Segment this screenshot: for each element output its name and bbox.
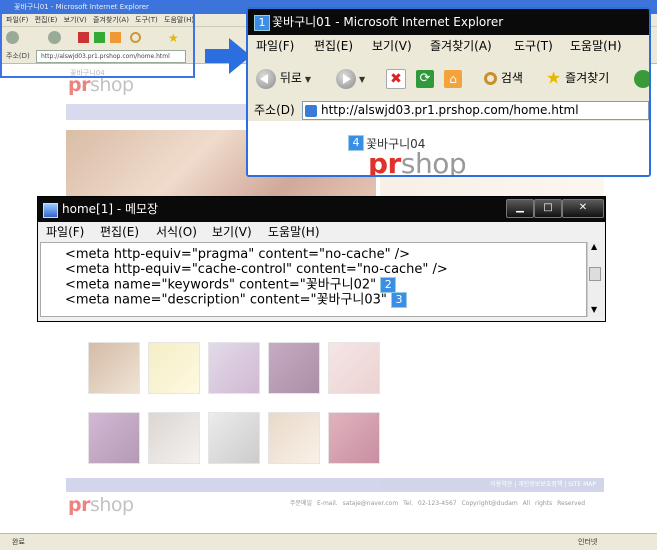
back-button[interactable]: 뒤로 ▼	[256, 66, 311, 90]
marker-1: 1	[254, 15, 270, 31]
menu-favorites[interactable]: 즐겨찾기(A)	[430, 35, 492, 57]
code-line: <meta http-equiv="cache-control" content…	[65, 262, 448, 277]
ie-title-bar: 1 꽃바구니01 - Microsoft Internet Explorer	[248, 9, 649, 35]
logo-pr: pr	[368, 147, 401, 177]
menu-edit[interactable]: 편집(E)	[314, 35, 353, 57]
bg-footer-links[interactable]: 이용약관 | 개인정보보호정책 | SITE MAP	[66, 478, 604, 492]
ie-title-text: 꽃바구니01 - Microsoft Internet Explorer	[272, 15, 504, 29]
forward-arrow-icon	[336, 68, 356, 89]
site-logo[interactable]: prshop	[368, 147, 467, 177]
product-thumbnail[interactable]	[268, 412, 320, 464]
ie-menu-bar: 파일(F) 편집(E) 보기(V) 즐겨찾기(A) 도구(T) 도움말(H)	[248, 35, 649, 58]
forward-button[interactable]: ▼	[336, 66, 365, 90]
notepad-title-bar: home[1] - 메모장 ▁ □ ✕	[38, 197, 605, 222]
ie-window-zoomed: 1 꽃바구니01 - Microsoft Internet Explorer 파…	[246, 7, 651, 177]
page-icon	[305, 104, 317, 117]
product-thumbnail[interactable]	[148, 412, 200, 464]
bg-footer-logo-shop: shop	[89, 494, 134, 516]
marker-2: 2	[380, 277, 397, 293]
stop-button[interactable]: ✖	[386, 66, 406, 90]
product-thumbnail[interactable]	[208, 412, 260, 464]
menu-file[interactable]: 파일(F)	[256, 35, 294, 57]
notepad-window: home[1] - 메모장 ▁ □ ✕ 파일(F) 편집(E) 서식(O) 보기…	[37, 196, 606, 322]
minimize-button[interactable]: ▁	[506, 199, 534, 218]
np-menu-help[interactable]: 도움말(H)	[268, 222, 320, 242]
favorites-button[interactable]: ★ 즐겨찾기	[546, 66, 609, 90]
marker-4: 4	[348, 135, 364, 151]
close-button[interactable]: ✕	[562, 199, 604, 218]
code-line: <meta name="description" content="꽃바구니03…	[65, 292, 408, 308]
bg-status-right: 인터넷	[578, 538, 598, 546]
bg-footer-logo: prshop	[68, 494, 134, 516]
bg-status-bar: 완료 인터넷	[0, 533, 657, 550]
code-line-description: <meta name="description" content="꽃바구니03…	[65, 292, 387, 308]
product-thumbnail[interactable]	[208, 342, 260, 394]
notepad-text-area[interactable]: <meta http-equiv="pragma" content="no-ca…	[40, 242, 587, 317]
bg-status-left: 완료	[12, 538, 25, 546]
menu-tools[interactable]: 도구(T)	[514, 35, 553, 57]
product-thumbnail[interactable]	[88, 412, 140, 464]
code-line: <meta name="keywords" content="꽃바구니02" 2	[65, 277, 397, 293]
bg-footer-logo-pr: pr	[68, 494, 90, 516]
home-button[interactable]: ⌂	[444, 66, 462, 90]
np-menu-file[interactable]: 파일(F)	[46, 222, 84, 242]
notepad-menu-bar: 파일(F) 편집(E) 서식(O) 보기(V) 도움말(H)	[38, 222, 605, 242]
scroll-up-icon[interactable]: ▲	[591, 242, 597, 251]
address-label: 주소(D)	[254, 103, 295, 117]
np-menu-edit[interactable]: 편집(E)	[100, 222, 139, 242]
bg-footer-text: 주문메일 E-mail. sataje@naver.com Tel. 02-12…	[290, 500, 586, 507]
menu-help[interactable]: 도움말(H)	[570, 35, 622, 57]
history-icon	[634, 69, 649, 88]
back-label: 뒤로	[279, 71, 302, 85]
product-thumbnail[interactable]	[268, 342, 320, 394]
home-icon: ⌂	[444, 69, 462, 88]
search-label: 검색	[500, 71, 523, 85]
highlight-frame	[0, 0, 195, 78]
back-arrow-icon	[256, 68, 276, 89]
menu-view[interactable]: 보기(V)	[372, 35, 412, 57]
history-button[interactable]	[634, 66, 649, 90]
product-thumbnail[interactable]	[88, 342, 140, 394]
np-menu-view[interactable]: 보기(V)	[212, 222, 252, 242]
refresh-button[interactable]: ⟳	[416, 66, 434, 90]
chevron-down-icon[interactable]: ▼	[359, 75, 365, 84]
stop-icon: ✖	[386, 68, 406, 89]
star-icon: ★	[546, 68, 562, 89]
favorites-label: 즐겨찾기	[565, 71, 610, 85]
chevron-down-icon[interactable]: ▼	[305, 75, 311, 84]
np-menu-format[interactable]: 서식(O)	[156, 222, 197, 242]
address-input[interactable]: http://alswjd03.pr1.prshop.com/home.html	[302, 101, 649, 120]
logo-shop: shop	[400, 147, 467, 177]
product-thumbnail[interactable]	[328, 342, 380, 394]
product-thumbnail[interactable]	[328, 412, 380, 464]
ie-toolbar: 뒤로 ▼ ▼ ✖ ⟳ ⌂ 검색 ★ 즐겨찾기	[248, 57, 649, 100]
notepad-title-text: home[1] - 메모장	[62, 202, 159, 216]
scrollbar-thumb[interactable]	[589, 267, 601, 281]
code-line: <meta http-equiv="pragma" content="no-ca…	[65, 247, 411, 262]
code-line-keywords: <meta name="keywords" content="꽃바구니02"	[65, 277, 377, 293]
maximize-button[interactable]: □	[534, 199, 562, 218]
marker-3: 3	[391, 292, 408, 308]
scroll-down-icon[interactable]: ▼	[591, 305, 597, 314]
product-thumbnail[interactable]	[148, 342, 200, 394]
ie-address-bar: 주소(D) http://alswjd03.pr1.prshop.com/hom…	[248, 99, 649, 122]
notepad-icon	[43, 203, 58, 218]
search-button[interactable]: 검색	[484, 66, 523, 90]
refresh-icon: ⟳	[416, 69, 434, 88]
search-icon	[484, 72, 497, 85]
right-arrow-icon	[205, 38, 251, 74]
address-url: http://alswjd03.pr1.prshop.com/home.html	[321, 103, 579, 117]
